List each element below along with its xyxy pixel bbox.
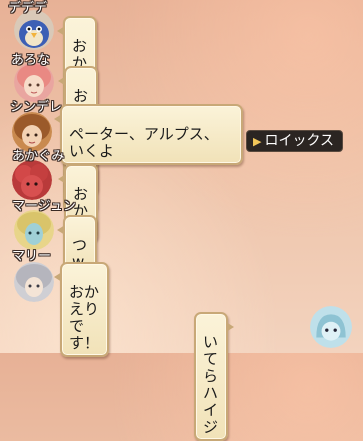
blonde-elf-avatar[interactable] xyxy=(14,210,54,250)
message-bubble: おかえりです！ xyxy=(54,262,109,357)
sender-name: デデデ xyxy=(8,1,48,16)
brown-hair-avatar[interactable] xyxy=(12,112,52,152)
message-text: ペーター、アルプス、 いくよ xyxy=(69,125,219,160)
message-bubble: ペーター、アルプス、 いくよ xyxy=(54,104,243,165)
play-triangle-icon: ▶ xyxy=(253,135,262,148)
whisper-target-tag[interactable]: ▶ ロイックス xyxy=(246,130,344,152)
sender-name: シンデレ xyxy=(10,100,63,115)
sender-name: マージュン xyxy=(12,199,76,214)
whisper-target-label: ロイックス xyxy=(264,133,335,149)
own-message-bubble: いてらハイジ xyxy=(194,312,234,441)
own-message-text: いてらハイジ xyxy=(203,333,219,436)
message-text: おかえりです！ xyxy=(69,283,100,352)
chat-log: デデデ おかえりなさいー＾＾ あろな おかえりです xyxy=(0,0,363,441)
sender-name: マリー xyxy=(12,249,52,264)
sender-name: あろな xyxy=(11,53,51,68)
blue-bird-avatar[interactable] xyxy=(14,10,54,50)
sender-name: あかぐみ xyxy=(12,149,65,164)
red-fluffy-avatar[interactable] xyxy=(12,160,52,200)
silver-hair-avatar[interactable] xyxy=(14,262,54,302)
pink-hair-girl-avatar[interactable] xyxy=(14,62,54,102)
blue-ghost-avatar[interactable] xyxy=(310,306,352,348)
